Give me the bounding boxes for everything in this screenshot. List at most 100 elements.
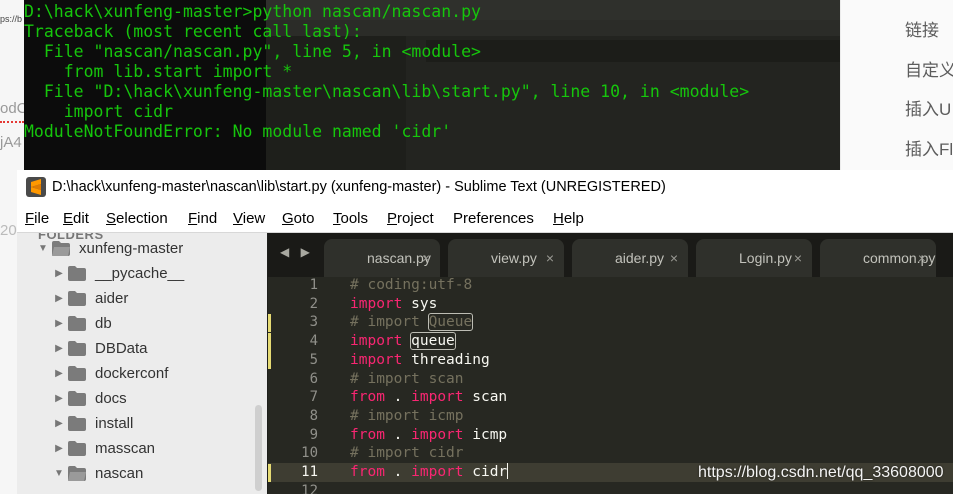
text-cursor [507,463,509,479]
sidebar-folder-row[interactable]: ▶ docs [17,386,267,411]
code-text: # import cidr [350,444,464,463]
console-window[interactable]: D:\hack\xunfeng-master>python nascan/nas… [24,0,840,170]
folder-icon [68,316,86,331]
line-number: 5 [309,351,318,368]
sidebar-folder-row[interactable]: ▶ DBData [17,336,267,361]
menu-find[interactable]: Find [188,205,217,232]
keyword-token: from [350,464,385,480]
console-line: File "D:\hack\xunfeng-master\nascan\lib\… [24,82,750,101]
tab-label: view.py [491,250,537,266]
sidebar-folder-label: __pycache__ [95,265,185,282]
sublime-text-window[interactable]: D:\hack\xunfeng-master\nascan\lib\start.… [17,170,953,494]
keyword-token: import [411,389,464,406]
editor-tab[interactable]: common.py × [820,239,936,277]
custom-menu-item[interactable]: 自定义 [905,56,953,81]
code-editor[interactable]: 1 # coding:utf-8 2 import sys 3 # import Queu… [268,277,953,494]
editor-tab[interactable]: view.py × [448,239,564,277]
identifier-token: . [384,389,412,406]
sidebar-scrollbar[interactable] [255,405,262,491]
code-text: from . import cidr [350,463,509,482]
disclosure-expanded-icon[interactable]: ▼ [53,461,65,486]
disclosure-expanded-icon[interactable]: ▼ [37,236,49,261]
code-line[interactable]: 10 # import cidr [268,444,953,463]
comment-token: # import cidr [350,445,464,462]
disclosure-collapsed-icon[interactable]: ▶ [53,311,65,336]
disclosure-collapsed-icon[interactable]: ▶ [53,436,65,461]
sidebar-folder-row[interactable]: ▶ masscan [17,436,267,461]
title-bar[interactable]: D:\hack\xunfeng-master\nascan\lib\start.… [17,170,953,205]
menu-edit[interactable]: Edit [63,205,89,232]
menu-goto[interactable]: Goto [282,205,315,232]
menu-view[interactable]: View [233,205,265,232]
keyword-token: import [350,295,403,312]
sidebar-folder-row[interactable]: ▶ __pycache__ [17,261,267,286]
keyword-token: import [411,464,464,480]
line-number: 12 [301,482,318,494]
sublime-logo-icon [26,177,46,197]
editor-tab[interactable]: aider.py × [572,239,688,277]
sidebar-folder-row[interactable]: ▶ install [17,411,267,436]
menu-file[interactable]: File [25,205,49,232]
identifier-token: scan [463,389,508,406]
background-fragment: odCt s [0,100,24,117]
tab-bar: ◀ ▶ nascan.py × view.py × aider.py × Login.py ×… [268,233,953,277]
background-fragment: jA4 [0,134,22,151]
code-line[interactable]: 7 from . import scan [268,388,953,407]
folder-sidebar[interactable]: FOLDERS ▼ xunfeng-master ▶ __pycache__ ▶ aide… [17,233,267,494]
comment-token: # import icmp [350,407,464,424]
tab-close-icon[interactable]: × [918,239,926,277]
tab-close-icon[interactable]: × [422,239,430,277]
insert-menu-item[interactable]: 插入U [905,95,951,120]
code-line[interactable]: 4 import queue [268,332,953,351]
menu-preferences[interactable]: Preferences [453,205,534,232]
code-line[interactable]: 1 # coding:utf-8 [268,276,953,295]
code-line[interactable]: 5 import threading [268,351,953,370]
tab-close-icon[interactable]: × [670,239,678,277]
watermark: https://blog.csdn.net/qq_33608000 [698,464,944,481]
line-number: 6 [309,370,318,387]
line-number: 3 [309,314,318,331]
code-text: # import scan [350,370,464,389]
menu-project[interactable]: Project [387,205,434,232]
code-line[interactable]: 8 # import icmp [268,407,953,426]
disclosure-collapsed-icon[interactable]: ▶ [53,361,65,386]
folder-icon [68,416,86,431]
code-line[interactable]: 2 import sys [268,295,953,314]
editor-tab[interactable]: Login.py × [696,239,812,277]
sidebar-folder-row[interactable]: ▶ aider [17,286,267,311]
identifier-token: . [384,464,412,480]
disclosure-collapsed-icon[interactable]: ▶ [53,411,65,436]
sidebar-folder-row[interactable]: ▼ nascan [17,461,267,486]
disclosure-collapsed-icon[interactable]: ▶ [53,386,65,411]
menu-tools[interactable]: Tools [333,205,368,232]
code-line[interactable]: 6 # import scan [268,370,953,389]
insert-menu-item[interactable]: 插入Fl [905,135,953,160]
sidebar-folder-row[interactable]: ▶ dockerconf [17,361,267,386]
sidebar-folder-label: xunfeng-master [79,240,184,257]
editor-tab[interactable]: nascan.py × [324,239,440,277]
line-number: 9 [309,426,318,443]
code-line[interactable]: 12 [268,482,953,494]
disclosure-collapsed-icon[interactable]: ▶ [53,336,65,361]
sidebar-folder-label: nascan [95,465,144,482]
tab-close-icon[interactable]: × [794,239,802,277]
code-line[interactable]: 9 from . import icmp [268,426,953,445]
sidebar-folder-row[interactable]: ▼ xunfeng-master [17,236,267,261]
tab-nav-arrows[interactable]: ◀ ▶ [280,245,314,259]
identifier-token: sys [402,295,438,312]
menu-selection[interactable]: Selection [106,205,168,232]
tab-label: Login.py [739,250,792,266]
background-fragment: 20 [0,222,17,239]
sidebar-folder-label: masscan [95,440,156,457]
code-text: import sys [350,295,437,314]
tab-label: aider.py [615,250,665,266]
disclosure-collapsed-icon[interactable]: ▶ [53,286,65,311]
code-line[interactable]: 3 # import Queue [268,313,953,332]
disclosure-collapsed-icon[interactable]: ▶ [53,261,65,286]
tab-close-icon[interactable]: × [546,239,554,277]
line-number: 10 [301,445,318,462]
menu-help[interactable]: Help [553,205,584,232]
menu-bar: File Edit Selection Find View Goto Tools… [17,205,953,233]
sidebar-folder-row[interactable]: ▶ db [17,311,267,336]
link-menu-item[interactable]: 链接 [905,16,939,41]
